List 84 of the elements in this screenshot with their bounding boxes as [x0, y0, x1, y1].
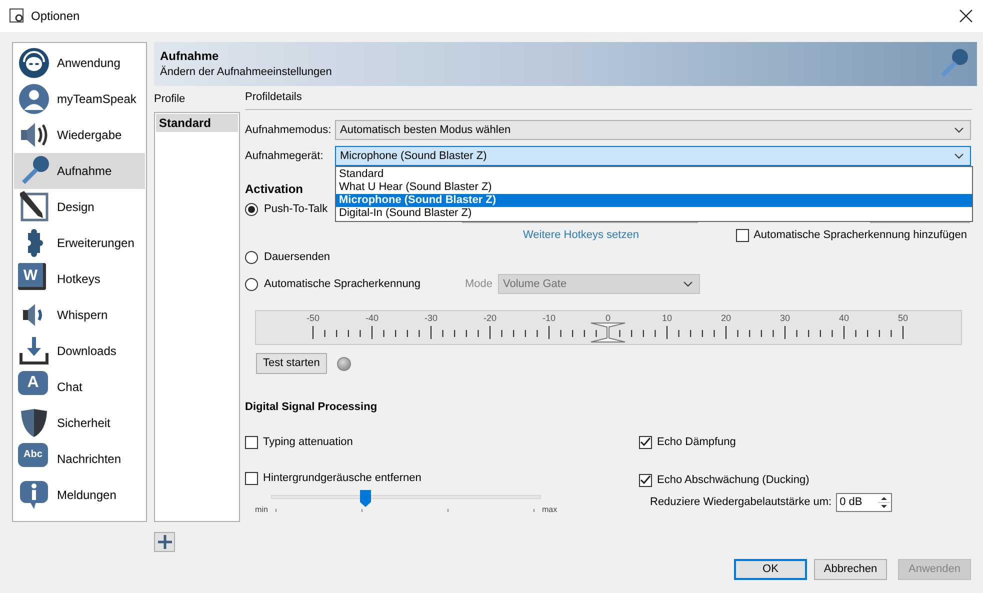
dialog-button[interactable]: OK: [734, 559, 807, 580]
sidebar-item[interactable]: Wiedergabe: [14, 117, 145, 153]
mode-dropdown[interactable]: Automatisch besten Modus wählen: [335, 120, 971, 140]
chevron-icon: [954, 153, 964, 159]
checkbox-label: Hintergrundgeräusche entfernen: [263, 470, 422, 486]
checkbox-label: Typing attenuation: [263, 434, 353, 450]
threshold-slider[interactable]: -50 -40 -30 -20 -10 0 10 20 30 40 50: [255, 310, 962, 345]
column-label: Profile: [154, 92, 186, 107]
user-icon: [18, 83, 50, 115]
slider-thumb[interactable]: [590, 322, 626, 342]
shield-icon: [18, 407, 50, 439]
headset-icon: [18, 47, 50, 79]
group-heading: Digital Signal Processing: [245, 400, 378, 415]
checkbox[interactable]: [639, 474, 652, 486]
slider-min-label: min: [255, 504, 269, 516]
radio-button[interactable]: [245, 202, 258, 216]
scale-label: 20: [721, 313, 731, 323]
profile-item[interactable]: Standard: [156, 114, 238, 132]
sidebar-item[interactable]: W Hotkeys: [14, 261, 145, 297]
section-subtitle: Ändern der Aufnahmeeinstellungen: [160, 64, 333, 80]
dropdown-option[interactable]: Digital-In (Sound Blaster Z): [336, 207, 972, 220]
info-icon: [18, 479, 50, 511]
speech-bubble-icon: Abc: [18, 443, 48, 467]
window-title: Optionen: [31, 8, 80, 25]
checkbox[interactable]: [245, 436, 258, 448]
radio-label: Automatische Spracherkennung: [264, 276, 421, 292]
spin-box[interactable]: 0 dB: [836, 492, 892, 512]
radio-button[interactable]: [245, 278, 258, 290]
scale-label: -50: [306, 313, 320, 323]
sidebar-item[interactable]: Abc Nachrichten: [14, 441, 145, 477]
checkbox[interactable]: [736, 228, 749, 242]
field-label: Reduziere Wiedergabelautstärke um:: [650, 494, 832, 510]
sidebar-item[interactable]: Whispern: [14, 297, 145, 333]
scale-label: 0: [606, 313, 610, 323]
scale-label: 40: [839, 313, 849, 323]
scale-label: 10: [662, 313, 672, 323]
field-label: Aufnahmemodus:: [245, 122, 332, 138]
sidebar-item[interactable]: Erweiterungen: [14, 225, 145, 261]
dropdown-option[interactable]: What U Hear (Sound Blaster Z): [336, 181, 972, 194]
close-icon[interactable]: [959, 9, 973, 23]
section-title: Aufnahme: [160, 48, 220, 64]
column-label: Profildetails: [245, 90, 302, 106]
test-button[interactable]: Test starten: [256, 353, 327, 374]
sidebar-item[interactable]: Sicherheit: [14, 405, 145, 441]
scale-label: -30: [424, 313, 438, 323]
settings-icon: [9, 8, 25, 24]
radio-label: Push-To-Talk: [264, 202, 328, 217]
hotkeys-link[interactable]: Weitere Hotkeys setzen: [523, 226, 639, 244]
sidebar-item[interactable]: Anwendung: [14, 45, 145, 81]
speech-bubble-icon: A: [18, 371, 48, 395]
scale-label: 50: [898, 313, 908, 323]
scale-label: -40: [366, 313, 378, 323]
radio-button[interactable]: [245, 250, 258, 264]
sidebar-item[interactable]: Aufnahme: [14, 153, 145, 189]
group-heading: Activation: [245, 181, 304, 198]
checkbox-label: Echo Dämpfung: [657, 434, 736, 450]
document-icon: W: [18, 263, 46, 290]
dialog-button[interactable]: Abbrechen: [814, 559, 887, 580]
sidebar-item[interactable]: myTeamSpeak: [14, 81, 145, 117]
scale-label: 30: [780, 313, 790, 323]
sidebar-item[interactable]: A Chat: [14, 369, 145, 405]
checkbox-label: Automatische Spracherkennung hinzufügen: [754, 228, 967, 243]
checkbox[interactable]: [245, 472, 258, 484]
slider-thumb[interactable]: [360, 490, 371, 507]
download-icon: [18, 335, 50, 367]
radio-label: Dauersenden: [264, 250, 330, 265]
chevron-icon: [683, 281, 693, 287]
sidebar-item[interactable]: Downloads: [14, 333, 145, 369]
add-button[interactable]: [154, 532, 175, 552]
field-label: Aufnahmegerät:: [245, 148, 324, 164]
checkbox-label: Echo Abschwächung (Ducking): [657, 472, 810, 488]
slider-max-label: max: [542, 504, 558, 516]
chevron-icon: [954, 127, 964, 133]
scale-label: -10: [542, 313, 556, 323]
dropdown-option[interactable]: Microphone (Sound Blaster Z): [336, 194, 972, 207]
pencil-icon: [18, 191, 50, 223]
scale-label: -20: [484, 313, 496, 323]
dropdown-option[interactable]: Standard: [336, 168, 972, 181]
field-label: Mode: [465, 276, 494, 292]
status-led: [336, 356, 351, 370]
sidebar-item[interactable]: Meldungen: [14, 477, 145, 513]
device-dropdown[interactable]: Microphone (Sound Blaster Z): [335, 146, 971, 166]
sidebar-item[interactable]: Design: [14, 189, 145, 225]
checkbox[interactable]: [639, 436, 652, 448]
